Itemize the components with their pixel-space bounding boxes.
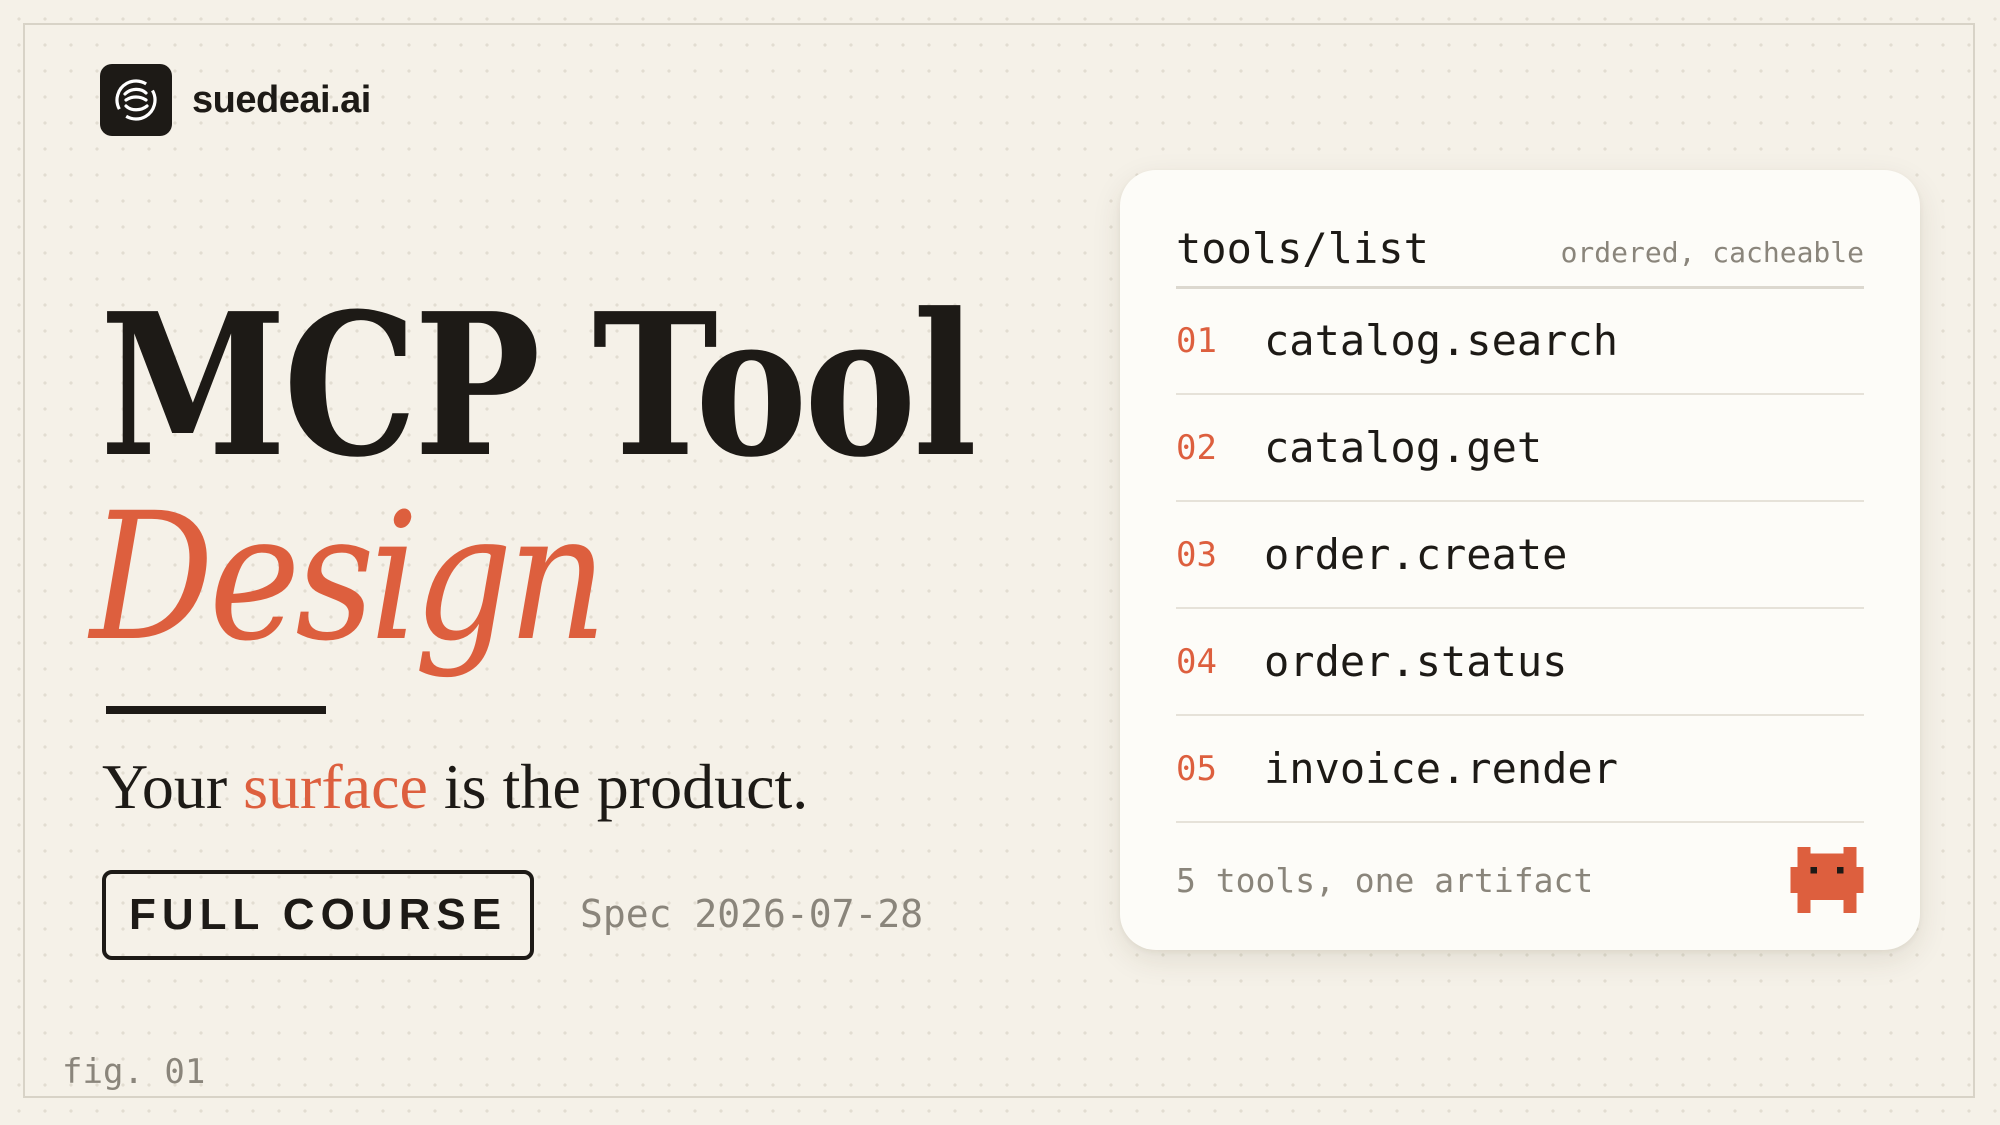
- tool-number: 01: [1176, 320, 1217, 361]
- tool-number: 03: [1176, 534, 1217, 575]
- card-title: tools/list: [1176, 223, 1429, 273]
- card-footer: 5 tools, one artifact: [1176, 830, 1864, 930]
- brand-name: suedeai.ai: [192, 78, 371, 121]
- card-meta: ordered, cacheable: [1560, 235, 1864, 269]
- brand[interactable]: suedeai.ai: [100, 64, 371, 136]
- tool-name: order.create: [1264, 530, 1568, 579]
- tagline-accent: surface: [243, 751, 428, 822]
- tool-name: catalog.search: [1264, 316, 1619, 365]
- tool-number: 04: [1176, 641, 1217, 682]
- tool-row-invoice-render[interactable]: 05 invoice.render: [1176, 716, 1864, 823]
- tool-number: 02: [1176, 427, 1217, 468]
- page-title: MCP Tool: [100, 271, 977, 501]
- tool-row-catalog-search[interactable]: 01 catalog.search: [1176, 288, 1864, 395]
- card-footer-text: 5 tools, one artifact: [1176, 860, 1594, 900]
- figure-label: fig. 01: [62, 1052, 206, 1092]
- tool-name: invoice.render: [1264, 744, 1619, 793]
- swirl-logo-icon: [100, 64, 172, 136]
- card-header: tools/list ordered, cacheable: [1176, 210, 1864, 289]
- page-title-accent: Design: [90, 475, 607, 680]
- tool-row-order-create[interactable]: 03 order.create: [1176, 502, 1864, 609]
- tagline: Your surface is the product.: [102, 751, 809, 822]
- tools-list: 01 catalog.search 02 catalog.get 03 orde…: [1176, 288, 1864, 823]
- tool-number: 05: [1176, 748, 1217, 789]
- title-divider: [106, 706, 326, 714]
- full-course-button[interactable]: FULL COURSE: [102, 870, 534, 960]
- tool-name: order.status: [1264, 637, 1568, 686]
- tool-row-catalog-get[interactable]: 02 catalog.get: [1176, 395, 1864, 502]
- tagline-start: Your: [102, 751, 244, 822]
- tools-list-card: tools/list ordered, cacheable 01 catalog…: [1120, 170, 1920, 950]
- tagline-end: is the product.: [427, 751, 809, 822]
- spec-date: Spec 2026-07-28: [580, 892, 924, 936]
- tool-row-order-status[interactable]: 04 order.status: [1176, 609, 1864, 716]
- pixel-creature-icon: [1790, 847, 1864, 913]
- tool-name: catalog.get: [1264, 423, 1543, 472]
